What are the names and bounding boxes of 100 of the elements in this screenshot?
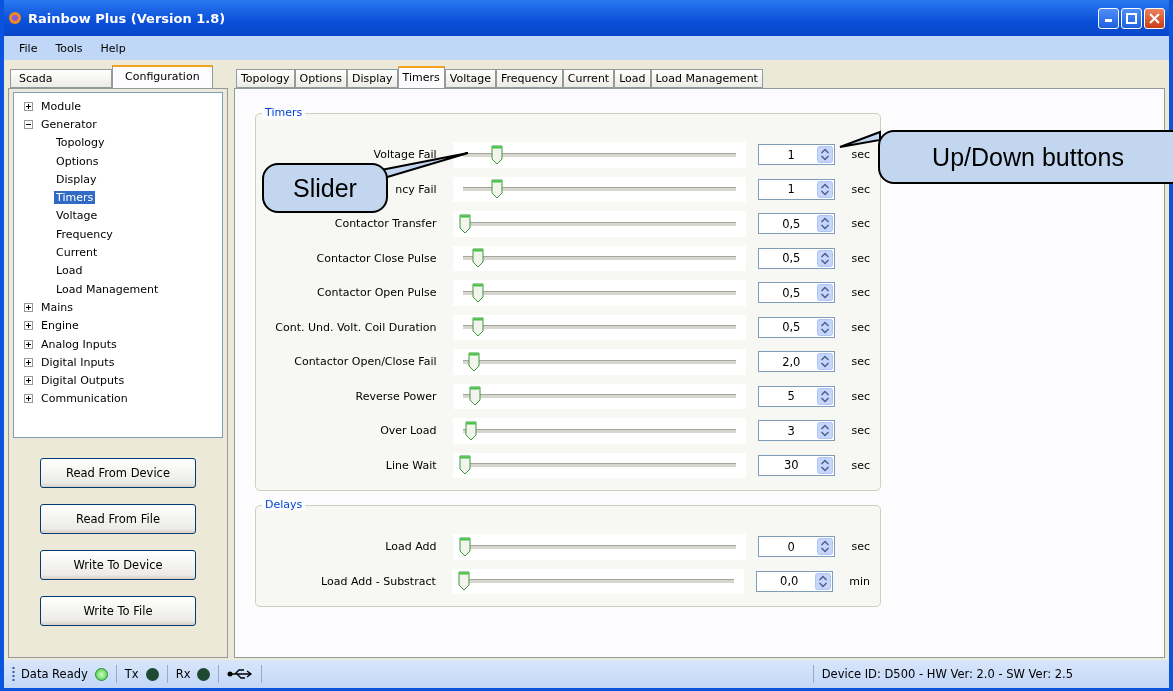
tree-item[interactable]: Current xyxy=(54,246,100,259)
device-info: Device ID: D500 - HW Ver: 2.0 - SW Ver: 2.5 xyxy=(821,667,1073,681)
unit-label: min xyxy=(849,574,870,588)
slider[interactable] xyxy=(452,383,747,409)
slider[interactable] xyxy=(452,211,747,237)
menu-item[interactable]: Tools xyxy=(46,41,92,55)
expand-icon[interactable] xyxy=(24,101,33,111)
tree-item[interactable]: Generator xyxy=(39,117,99,131)
slider-thumb[interactable] xyxy=(458,536,471,557)
slider[interactable] xyxy=(452,534,747,560)
number-field[interactable]: 1 xyxy=(758,144,836,166)
slider-thumb[interactable] xyxy=(457,571,470,592)
slider-thumb[interactable] xyxy=(472,248,485,269)
number-field[interactable]: 30 xyxy=(758,454,836,476)
slider[interactable] xyxy=(452,314,747,340)
slider-thumb[interactable] xyxy=(468,351,481,372)
tree-item[interactable]: Display xyxy=(54,172,99,186)
spin-arrows-icon[interactable] xyxy=(815,572,832,590)
tab[interactable]: Load Management xyxy=(650,69,763,88)
expand-icon[interactable] xyxy=(24,339,33,349)
tree-item[interactable]: Frequency xyxy=(54,227,115,241)
spin-arrows-icon[interactable] xyxy=(817,456,834,474)
spin-arrows-icon[interactable] xyxy=(817,146,834,164)
spin-arrows-icon[interactable] xyxy=(817,538,834,556)
tab[interactable]: Options xyxy=(294,69,348,88)
slider-thumb[interactable] xyxy=(491,179,504,200)
number-field[interactable]: 0,5 xyxy=(758,213,836,235)
expand-icon[interactable] xyxy=(24,302,33,312)
tab[interactable]: Load xyxy=(614,69,651,88)
slider[interactable] xyxy=(452,142,747,168)
menu-item[interactable]: File xyxy=(10,41,47,55)
expand-icon[interactable] xyxy=(24,357,33,367)
expand-icon[interactable] xyxy=(24,376,33,386)
tab[interactable]: Scada xyxy=(10,69,112,88)
slider-thumb[interactable] xyxy=(491,144,504,165)
slider[interactable] xyxy=(452,245,747,271)
unit-label: sec xyxy=(851,355,870,369)
tree-item[interactable]: Load Management xyxy=(54,282,161,296)
tab[interactable]: Voltage xyxy=(444,69,497,88)
expand-icon[interactable] xyxy=(24,321,33,331)
slider[interactable] xyxy=(452,418,747,444)
spin-arrows-icon[interactable] xyxy=(817,353,834,371)
tree-item[interactable]: Communication xyxy=(39,392,130,406)
action-button[interactable]: Write To Device xyxy=(40,550,196,580)
callout: Up/Down buttons xyxy=(878,130,1173,184)
tree-item[interactable]: Topology xyxy=(54,136,107,150)
slider-thumb[interactable] xyxy=(458,455,471,476)
tree-item[interactable]: Voltage xyxy=(54,209,100,223)
setting-label: Contactor Close Pulse xyxy=(316,251,437,265)
slider[interactable] xyxy=(451,568,745,594)
action-button[interactable]: Write To File xyxy=(40,596,196,626)
app-logo-icon xyxy=(8,11,22,25)
spin-arrows-icon[interactable] xyxy=(817,387,834,405)
number-field[interactable]: 0,5 xyxy=(758,282,836,304)
tab[interactable]: Configuration xyxy=(112,65,213,88)
slider[interactable] xyxy=(452,349,747,375)
action-button[interactable]: Read From File xyxy=(40,504,196,534)
slider-thumb[interactable] xyxy=(472,317,485,338)
tree-item[interactable]: Engine xyxy=(39,319,81,333)
tree-item[interactable]: Digital Inputs xyxy=(39,355,117,369)
tree-item[interactable]: Timers xyxy=(54,191,96,205)
number-field[interactable]: 1 xyxy=(758,178,836,200)
tab[interactable]: Topology xyxy=(236,69,295,88)
action-button[interactable]: Read From Device xyxy=(40,458,196,488)
number-field[interactable]: 0,5 xyxy=(758,316,836,338)
collapse-icon[interactable] xyxy=(24,119,33,129)
expand-icon[interactable] xyxy=(24,394,33,404)
slider-thumb[interactable] xyxy=(469,386,482,407)
slider[interactable] xyxy=(452,280,747,306)
tab[interactable]: Timers xyxy=(397,66,445,88)
maximize-button[interactable] xyxy=(1121,7,1142,29)
tree-item[interactable]: Load xyxy=(54,264,85,278)
number-field[interactable]: 3 xyxy=(758,420,836,442)
tab[interactable]: Frequency xyxy=(496,69,563,88)
tree-item[interactable]: Mains xyxy=(39,300,75,314)
tree-item[interactable]: Digital Outputs xyxy=(39,374,127,388)
spin-arrows-icon[interactable] xyxy=(817,318,834,336)
tab[interactable]: Current xyxy=(562,69,615,88)
tree-item[interactable]: Analog Inputs xyxy=(39,337,119,351)
number-field[interactable]: 5 xyxy=(758,385,836,407)
slider-thumb[interactable] xyxy=(458,213,471,234)
spin-arrows-icon[interactable] xyxy=(817,284,834,302)
slider-thumb[interactable] xyxy=(472,282,485,303)
close-button[interactable] xyxy=(1144,7,1165,29)
minimize-button[interactable] xyxy=(1098,7,1119,29)
slider[interactable] xyxy=(452,452,747,478)
tree-item[interactable]: Options xyxy=(54,154,101,168)
number-field[interactable]: 0,5 xyxy=(758,247,836,269)
spin-arrows-icon[interactable] xyxy=(817,422,834,440)
number-field[interactable]: 0,0 xyxy=(756,570,834,592)
slider[interactable] xyxy=(452,176,747,202)
spin-arrows-icon[interactable] xyxy=(817,180,834,198)
tab[interactable]: Display xyxy=(347,69,398,88)
number-field[interactable]: 0 xyxy=(758,536,836,558)
number-field[interactable]: 2,0 xyxy=(758,351,836,373)
spin-arrows-icon[interactable] xyxy=(817,215,834,233)
slider-thumb[interactable] xyxy=(465,420,478,441)
menu-item[interactable]: Help xyxy=(91,41,135,55)
spin-arrows-icon[interactable] xyxy=(817,249,834,267)
tree-item[interactable]: Module xyxy=(39,99,83,113)
